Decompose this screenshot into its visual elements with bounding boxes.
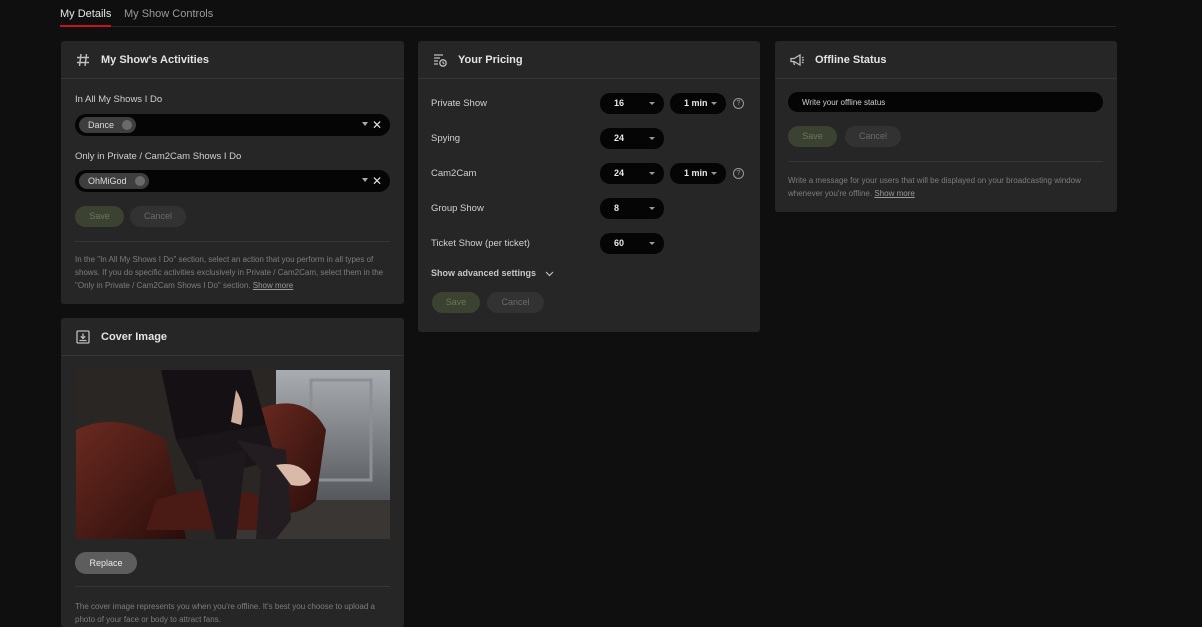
cover-image-card: Cover Image Replace The cover image repr… (61, 318, 404, 627)
chip-remove-icon[interactable] (134, 176, 145, 186)
private-show-price-select[interactable]: 16 (600, 93, 664, 114)
offline-save-button[interactable]: Save (788, 126, 837, 147)
tab-my-show-controls[interactable]: My Show Controls (124, 8, 213, 20)
offline-status-input[interactable] (788, 92, 1103, 113)
chevron-down-icon (711, 172, 717, 175)
activities-title: My Show's Activities (101, 54, 209, 66)
chevron-down-icon (649, 172, 655, 175)
pricing-cancel-button[interactable]: Cancel (487, 292, 544, 313)
help-icon[interactable]: ? (733, 98, 744, 109)
activities-card-header: My Show's Activities (61, 41, 404, 79)
chevron-down-icon (711, 102, 717, 105)
activity-chip-dance: Dance (79, 117, 137, 133)
cover-image (76, 370, 390, 539)
pricing-label-private-show: Private Show (431, 98, 487, 109)
pricing-label-ticket-show: Ticket Show (per ticket) (431, 238, 530, 249)
clear-icon[interactable]: ✕ (372, 174, 382, 188)
divider (788, 161, 1103, 162)
cover-photo (76, 370, 390, 539)
pricing-save-button[interactable]: Save (432, 292, 480, 313)
pricing-card-header: Your Pricing (418, 41, 760, 79)
cover-title: Cover Image (101, 331, 168, 343)
offline-status-field[interactable] (788, 92, 1103, 113)
megaphone-icon (790, 53, 804, 67)
tab-bar: My Details My Show Controls (60, 0, 1116, 27)
activities-show-more-link[interactable]: Show more (253, 281, 293, 290)
pricing-label-spying: Spying (431, 133, 461, 144)
activities-save-button[interactable]: Save (75, 206, 124, 227)
cover-help-text: The cover image represents you when you'… (75, 602, 375, 624)
spying-price-select[interactable]: 24 (600, 128, 664, 149)
all-shows-select[interactable]: Dance ✕ (75, 114, 390, 136)
pricing-title: Your Pricing (458, 54, 523, 66)
chevron-down-icon (649, 207, 655, 210)
show-advanced-settings-toggle[interactable]: Show advanced settings (431, 268, 554, 278)
divider (75, 241, 390, 242)
activities-help-text: In the "In All My Shows I Do" section, s… (75, 255, 384, 290)
chip-remove-icon[interactable] (122, 120, 133, 130)
cam2cam-price-select[interactable]: 24 (600, 163, 664, 184)
private-show-duration-select[interactable]: 1 min (670, 93, 726, 114)
chevron-down-icon (545, 271, 553, 276)
chevron-down-icon[interactable] (362, 122, 368, 126)
pricing-card: Your Pricing Private Show 16 1 min ? Spy… (418, 41, 760, 332)
offline-cancel-button[interactable]: Cancel (845, 126, 901, 147)
chevron-down-icon (649, 137, 655, 140)
all-shows-label: In All My Shows I Do (75, 94, 163, 105)
divider (75, 586, 390, 587)
private-shows-select[interactable]: OhMiGod ✕ (75, 170, 390, 192)
clear-icon[interactable]: ✕ (372, 118, 382, 132)
ticket-show-price-select[interactable]: 60 (600, 233, 664, 254)
replace-button[interactable]: Replace (75, 552, 137, 574)
activities-cancel-button[interactable]: Cancel (130, 206, 186, 227)
chevron-down-icon (649, 242, 655, 245)
pricing-label-group-show: Group Show (431, 203, 484, 214)
chevron-down-icon[interactable] (362, 178, 368, 182)
tab-my-details[interactable]: My Details (60, 8, 111, 20)
offline-title: Offline Status (815, 54, 887, 66)
image-upload-icon (76, 330, 90, 344)
cam2cam-duration-select[interactable]: 1 min (670, 163, 726, 184)
offline-show-more-link[interactable]: Show more (874, 189, 914, 198)
pricing-label-cam2cam: Cam2Cam (431, 168, 477, 179)
private-shows-label: Only in Private / Cam2Cam Shows I Do (75, 151, 242, 162)
offline-card-header: Offline Status (775, 41, 1117, 79)
activity-chip-ohmigod: OhMiGod (79, 173, 149, 189)
chevron-down-icon (649, 102, 655, 105)
offline-status-card: Offline Status Save Cancel Write a messa… (775, 41, 1117, 212)
activities-card: My Show's Activities In All My Shows I D… (61, 41, 404, 304)
help-icon[interactable]: ? (733, 168, 744, 179)
group-show-price-select[interactable]: 8 (600, 198, 664, 219)
price-list-icon (434, 54, 447, 67)
offline-help-text: Write a message for your users that will… (788, 176, 1081, 198)
cover-card-header: Cover Image (61, 318, 404, 356)
hashtag-icon (77, 53, 89, 67)
active-tab-indicator (60, 25, 111, 27)
